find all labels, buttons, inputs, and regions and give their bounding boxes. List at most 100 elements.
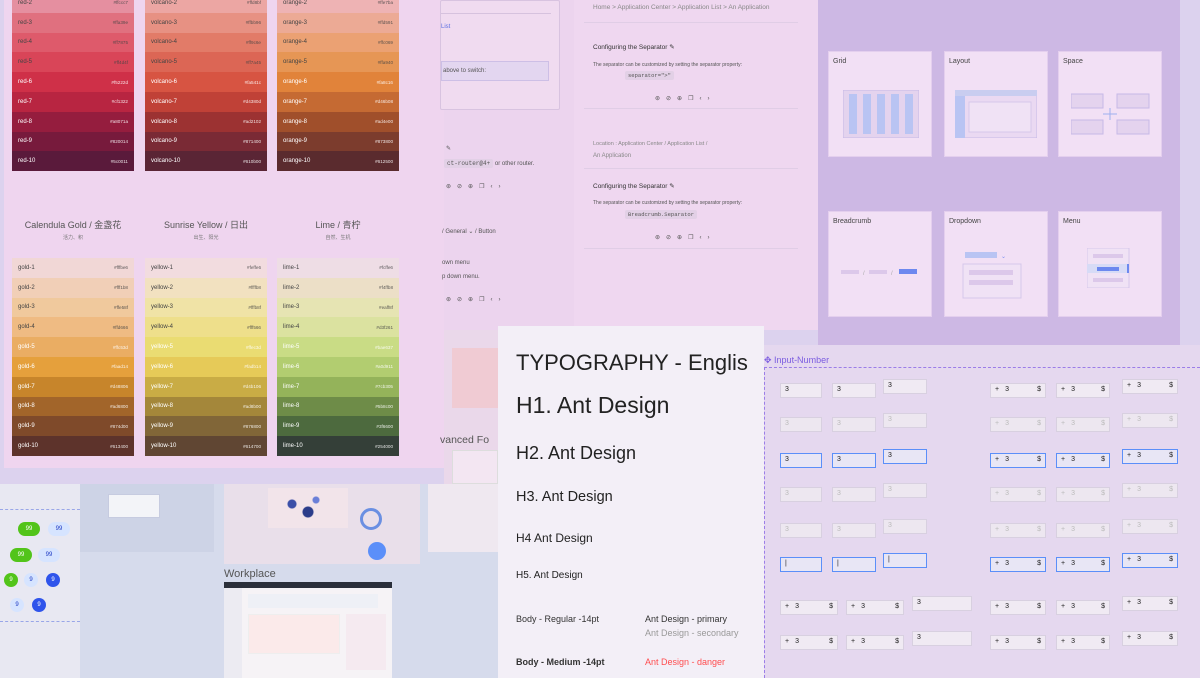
color-swatch[interactable]: gold-9 #874d00 (12, 416, 134, 437)
addon-number-input[interactable]: +3 $ (1122, 483, 1178, 498)
color-swatch[interactable]: lime-7 #7cb305 (277, 376, 399, 397)
color-swatch[interactable]: red-6 #f5222d (12, 72, 134, 92)
code-actions[interactable]: ⊛⊘⊕❐‹› (446, 183, 506, 190)
color-swatch[interactable]: volcano-4 #ff9c6e (145, 32, 267, 53)
component-card-grid[interactable]: Grid (828, 51, 932, 157)
color-swatch[interactable]: gold-2 #fff1b8 (12, 277, 134, 298)
color-swatch[interactable]: orange-4 #ffc069 (277, 32, 399, 53)
color-swatch[interactable]: yellow-10 #614700 (145, 436, 267, 456)
code-actions-2[interactable]: ⊛⊘⊕❐‹› (446, 296, 506, 303)
color-swatch[interactable]: yellow-7 #d4b106 (145, 376, 267, 397)
number-input[interactable]: | (780, 557, 822, 572)
color-swatch[interactable]: volcano-10 #610b00 (145, 151, 267, 172)
addon-number-input[interactable]: +3 $ (1122, 631, 1178, 646)
number-input[interactable]: 3 (883, 379, 927, 394)
addon-number-input[interactable]: +3 $ (1122, 379, 1178, 394)
color-swatch[interactable]: orange-7 #d46b08 (277, 91, 399, 112)
addon-number-input[interactable]: +3 $ (990, 487, 1046, 502)
addon-number-input[interactable]: +3 $ (1056, 417, 1110, 432)
addon-number-input[interactable]: +3 $ (1056, 600, 1110, 615)
color-swatch[interactable]: volcano-7 #d4380d (145, 91, 267, 112)
color-swatch[interactable]: yellow-1 #feffe6 (145, 258, 267, 278)
color-swatch[interactable]: gold-8 #ad6800 (12, 396, 134, 417)
number-input[interactable]: | (832, 557, 876, 572)
number-input[interactable]: 3 (832, 417, 876, 432)
color-swatch[interactable]: lime-10 #254000 (277, 436, 399, 456)
color-swatch[interactable]: orange-5 #ffa940 (277, 52, 399, 73)
color-swatch[interactable]: red-3 #ffa39e (12, 12, 134, 33)
color-swatch[interactable]: volcano-2 #ffd8bf (145, 0, 267, 13)
color-swatch[interactable]: lime-8 #5b8c00 (277, 396, 399, 417)
color-swatch[interactable]: lime-1 #fcffe6 (277, 258, 399, 278)
list-link[interactable]: List (441, 24, 450, 30)
color-swatch[interactable]: red-2 #ffccc7 (12, 0, 134, 13)
color-swatch[interactable]: yellow-8 #ad8b00 (145, 396, 267, 417)
number-input[interactable]: 3 (832, 487, 876, 502)
number-input[interactable]: 3 (883, 413, 927, 428)
color-swatch[interactable]: orange-3 #ffd591 (277, 12, 399, 33)
addon-number-input[interactable]: +3 $ (990, 635, 1046, 650)
color-swatch[interactable]: gold-5 #ffc53d (12, 337, 134, 357)
number-input[interactable]: 3 (780, 417, 822, 432)
component-card-menu[interactable]: Menu (1058, 211, 1162, 317)
addon-number-input[interactable]: +3 $ (1056, 453, 1110, 468)
color-swatch[interactable]: volcano-3 #ffbb96 (145, 12, 267, 33)
color-swatch[interactable]: gold-3 #ffe58f (12, 297, 134, 318)
addon-number-input[interactable]: +3 $ (846, 635, 904, 650)
color-swatch[interactable]: red-4 #ff7875 (12, 32, 134, 53)
code-actions-4[interactable]: ⊛⊘⊕❐‹› (655, 234, 715, 241)
color-swatch[interactable]: lime-3 #eaff8f (277, 297, 399, 318)
component-card-layout[interactable]: Layout (944, 51, 1048, 157)
number-input[interactable]: 3 (883, 449, 927, 464)
addon-number-input[interactable]: +3 $ (1056, 487, 1110, 502)
addon-number-input[interactable]: +3 $ (1122, 449, 1178, 464)
color-swatch[interactable]: yellow-3 #fffb8f (145, 297, 267, 318)
color-swatch[interactable]: red-8 #a8071a (12, 111, 134, 132)
color-swatch[interactable]: orange-6 #fa8c16 (277, 72, 399, 92)
color-swatch[interactable]: lime-6 #a0d911 (277, 356, 399, 377)
color-swatch[interactable]: red-7 #cf1322 (12, 91, 134, 112)
color-swatch[interactable]: red-5 #ff4d4f (12, 52, 134, 73)
component-card-space[interactable]: Space (1058, 51, 1162, 157)
color-swatch[interactable]: yellow-4 #fff566 (145, 317, 267, 338)
addon-number-input[interactable]: +3 $ (1122, 596, 1178, 611)
color-swatch[interactable]: orange-8 #ad4e00 (277, 111, 399, 132)
color-swatch[interactable]: gold-10 #613400 (12, 436, 134, 456)
addon-number-input[interactable]: +3 $ (990, 557, 1046, 572)
number-input[interactable]: 3 (780, 453, 822, 468)
color-swatch[interactable]: yellow-9 #876800 (145, 416, 267, 437)
number-input[interactable]: 3 (912, 596, 972, 611)
color-swatch[interactable]: volcano-5 #ff7a45 (145, 52, 267, 73)
number-input[interactable]: 3 (832, 523, 876, 538)
number-input[interactable]: 3 (780, 383, 822, 398)
code-actions-3[interactable]: ⊛⊘⊕❐‹› (655, 95, 715, 102)
color-swatch[interactable]: lime-2 #f4ffb8 (277, 277, 399, 298)
color-swatch[interactable]: gold-6 #faad14 (12, 356, 134, 377)
addon-number-input[interactable]: +3 $ (990, 417, 1046, 432)
number-input[interactable]: 3 (780, 523, 822, 538)
addon-number-input[interactable]: +3 $ (1056, 635, 1110, 650)
addon-number-input[interactable]: +3 $ (1122, 413, 1178, 428)
addon-number-input[interactable]: +3 $ (846, 600, 904, 615)
color-swatch[interactable]: volcano-6 #fa541c (145, 72, 267, 92)
color-swatch[interactable]: gold-7 #d48806 (12, 376, 134, 397)
color-swatch[interactable]: gold-4 #ffd666 (12, 317, 134, 338)
color-swatch[interactable]: volcano-8 #ad2102 (145, 111, 267, 132)
color-swatch[interactable]: red-9 #820014 (12, 131, 134, 152)
color-swatch[interactable]: yellow-2 #ffffb8 (145, 277, 267, 298)
number-input[interactable]: 3 (883, 483, 927, 498)
addon-number-input[interactable]: +3 $ (1056, 383, 1110, 398)
addon-number-input[interactable]: +3 $ (1056, 557, 1110, 572)
color-swatch[interactable]: volcano-9 #871400 (145, 131, 267, 152)
number-input[interactable]: 3 (832, 383, 876, 398)
color-swatch[interactable]: red-10 #5c0011 (12, 151, 134, 172)
addon-number-input[interactable]: +3 $ (1056, 523, 1110, 538)
addon-number-input[interactable]: +3 $ (990, 523, 1046, 538)
addon-number-input[interactable]: +3 $ (990, 383, 1046, 398)
component-card-breadcrumb[interactable]: Breadcrumb / / (828, 211, 932, 317)
number-input[interactable]: 3 (780, 487, 822, 502)
addon-number-input[interactable]: +3 $ (990, 600, 1046, 615)
color-swatch[interactable]: yellow-5 #ffec3d (145, 337, 267, 357)
number-input[interactable]: 3 (883, 519, 927, 534)
color-swatch[interactable]: gold-1 #fffbe6 (12, 258, 134, 278)
